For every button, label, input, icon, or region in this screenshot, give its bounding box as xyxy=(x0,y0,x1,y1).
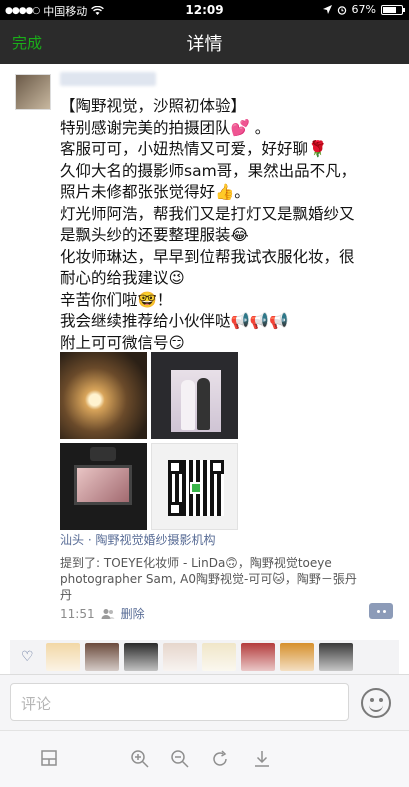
photo-thumbnail-qr-code[interactable] xyxy=(151,443,238,530)
post-line: 久仰大名的摄影师sam哥，果然出品不凡， xyxy=(60,161,357,180)
navigation-bar: 完成 详情 xyxy=(0,20,409,64)
location-arrow-icon xyxy=(322,5,332,14)
photo-thumbnail-camera[interactable] xyxy=(60,443,147,530)
photo-backdrop xyxy=(171,370,221,432)
post-meta: 11:51 删除 xyxy=(60,605,145,622)
liker-avatar[interactable] xyxy=(124,643,158,671)
moment-post: 【陶野视觉，沙照初体验】 特别感谢完美的拍摄团队💕 。 客服可可，小妞热情又可爱… xyxy=(0,64,409,630)
likes-bar: ♡ xyxy=(10,640,399,674)
qr-corner xyxy=(168,460,182,474)
post-time: 11:51 xyxy=(60,606,95,621)
post-line: 附上可可微信号😏 xyxy=(60,333,185,352)
bride-figure xyxy=(181,380,195,430)
groom-figure xyxy=(197,378,210,430)
liker-avatar[interactable] xyxy=(46,643,80,671)
emoji-icon[interactable] xyxy=(361,688,391,718)
liker-avatar[interactable] xyxy=(319,643,353,671)
post-line: 客服可可，小妞热情又可爱，好好聊🌹 xyxy=(60,140,328,158)
download-icon[interactable] xyxy=(252,749,272,769)
post-line: 辛苦你们啦🤓！ xyxy=(60,290,173,309)
liker-avatar[interactable] xyxy=(85,643,119,671)
zoom-in-icon[interactable] xyxy=(130,749,150,769)
battery-icon xyxy=(381,4,405,15)
post-line: 是飘头纱的还要整理服装😂 xyxy=(60,226,249,244)
qr-corner xyxy=(210,460,224,474)
more-actions-icon[interactable] xyxy=(369,603,393,619)
liker-avatar[interactable] xyxy=(202,643,236,671)
qr-code-icon xyxy=(168,460,224,516)
liker-avatar[interactable] xyxy=(280,643,314,671)
comment-composer: 评论 xyxy=(0,674,409,730)
liker-avatar[interactable] xyxy=(241,643,275,671)
privacy-people-icon xyxy=(101,608,115,619)
qr-center-logo xyxy=(190,482,202,494)
mentioned-users[interactable]: 提到了: TOEYE化妆师 - LinDa🙃，陶野视觉toeye photogr… xyxy=(60,555,360,603)
alarm-icon xyxy=(337,5,346,15)
page-title: 详情 xyxy=(186,34,223,55)
post-text: 【陶野视觉，沙照初体验】 特别感谢完美的拍摄团队💕 。 客服可可，小妞热情又可爱… xyxy=(60,96,390,354)
liker-avatars xyxy=(46,643,353,671)
photo-thumbnail-lighting[interactable] xyxy=(60,352,147,439)
liker-avatar[interactable] xyxy=(163,643,197,671)
delete-button[interactable]: 删除 xyxy=(121,605,145,622)
author-name-blurred[interactable] xyxy=(60,72,156,86)
location-link[interactable]: 汕头 · 陶野视觉婚纱摄影机构 xyxy=(60,531,215,548)
photo-thumbnail-couple[interactable] xyxy=(151,352,238,439)
camera-viewfinder xyxy=(90,447,116,461)
post-line: 耐心的给我建议😉 xyxy=(60,269,185,287)
status-bar: ●●●●○ 中国移动 12:09 67% xyxy=(0,0,409,20)
post-line: 化妆师琳达，早早到位帮我试衣服化妆，很 xyxy=(60,247,355,266)
post-line: 我会继续推荐给小伙伴哒📢📢📢 xyxy=(60,312,289,330)
heart-icon: ♡ xyxy=(21,649,34,665)
post-line: 特别感谢完美的拍摄团队💕 。 xyxy=(60,118,271,137)
zoom-out-icon[interactable] xyxy=(170,749,190,769)
layout-icon[interactable] xyxy=(40,749,58,767)
viewer-toolbar xyxy=(0,730,409,787)
battery-percent: 67% xyxy=(351,3,376,16)
post-line: 【陶野视觉，沙照初体验】 xyxy=(60,97,247,115)
qr-corner xyxy=(168,502,182,516)
rotate-icon[interactable] xyxy=(211,749,231,769)
comment-input[interactable]: 评论 xyxy=(10,683,349,721)
post-line: 照片未修都张张觉得好👍。 xyxy=(60,183,250,201)
author-avatar[interactable] xyxy=(15,74,51,110)
post-line: 灯光师阿浩，帮我们又是打灯又是飘婚纱又 xyxy=(60,204,355,223)
camera-screen xyxy=(74,465,132,505)
